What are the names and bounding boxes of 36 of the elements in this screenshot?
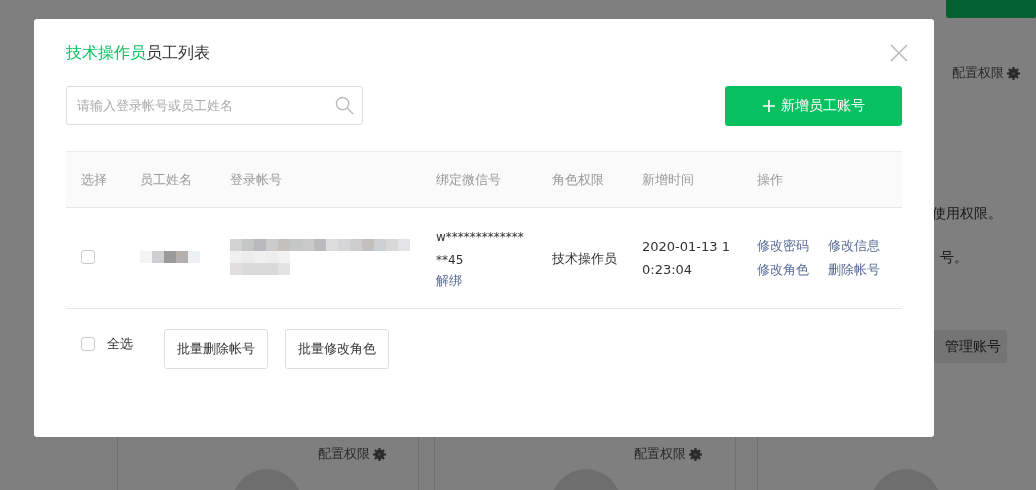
wechat-id: w************* **45: [436, 229, 524, 269]
column-header: 新增时间: [642, 170, 695, 189]
unbind-link[interactable]: 解绑: [436, 272, 462, 290]
column-header: 员工姓名: [140, 170, 193, 189]
dialog-title: 技术操作员员工列表: [66, 42, 210, 64]
close-icon[interactable]: [890, 44, 908, 62]
search-icon[interactable]: [335, 96, 354, 115]
pixelated-drawing: [140, 250, 200, 263]
search-field[interactable]: 请输入登录帐号或员工姓名: [66, 86, 363, 125]
manage-account-button[interactable]: 管理账号: [934, 330, 1007, 363]
action-link[interactable]: 删除帐号: [828, 261, 898, 279]
action-link[interactable]: 修改信息: [828, 237, 898, 255]
config-permission-link[interactable]: 配置权限: [634, 445, 686, 463]
role-cell-text: 技术操作员: [552, 249, 618, 268]
gear-icon[interactable]: [373, 447, 386, 461]
column-header: 绑定微信号: [436, 170, 502, 189]
column-header: 登录帐号: [230, 170, 283, 189]
config-permission-link[interactable]: 配置权限: [952, 64, 1004, 82]
action-link[interactable]: 修改角色: [757, 261, 828, 279]
select-all-checkbox[interactable]: [81, 337, 95, 351]
column-header: 选择: [81, 170, 108, 189]
config-permission-link[interactable]: 配置权限: [318, 445, 370, 463]
row-checkbox[interactable]: [81, 249, 95, 264]
description-text: 使用权限。: [932, 205, 1002, 223]
top-button[interactable]: [946, 0, 1036, 18]
description-text: 号。: [940, 249, 968, 267]
gear-icon[interactable]: [689, 447, 702, 461]
column-header: 操作: [757, 170, 784, 189]
action-link[interactable]: 修改密码: [757, 237, 828, 255]
time-cell-text: 2020-01-13 10:23:04: [642, 238, 731, 279]
gear-icon[interactable]: [1007, 66, 1020, 80]
column-header: 角色权限: [552, 170, 605, 189]
select-all-label[interactable]: 全选: [107, 335, 133, 353]
batch-button[interactable]: 批量修改角色: [285, 329, 389, 369]
batch-button[interactable]: 批量删除帐号: [164, 329, 268, 369]
plus-icon[interactable]: [762, 100, 775, 112]
